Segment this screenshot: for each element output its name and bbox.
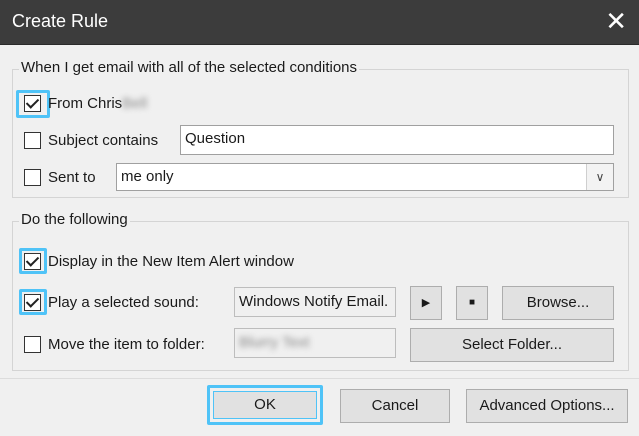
window-title: Create Rule xyxy=(12,11,109,31)
move-folder-field: Blurry Text xyxy=(234,328,396,358)
sentto-dropdown[interactable]: me only ∨ xyxy=(116,163,614,191)
stop-sound-button[interactable]: ■ xyxy=(456,286,488,320)
chevron-down-icon[interactable]: ∨ xyxy=(586,164,613,190)
conditions-group-label: When I get email with all of the selecte… xyxy=(19,59,360,76)
cancel-button[interactable]: Cancel xyxy=(340,389,450,423)
display-checkbox[interactable] xyxy=(24,253,41,270)
subject-label: Subject contains xyxy=(48,132,159,149)
ok-button[interactable]: OK xyxy=(213,391,317,419)
footer-divider xyxy=(0,378,639,379)
sentto-value: me only xyxy=(121,168,174,185)
move-label: Move the item to folder: xyxy=(48,336,205,353)
subject-checkbox[interactable] xyxy=(24,132,41,149)
sound-label: Play a selected sound: xyxy=(48,294,199,311)
close-icon[interactable]: ✕ xyxy=(605,6,627,36)
from-label-blurred: Bell xyxy=(122,95,148,112)
from-checkbox[interactable] xyxy=(24,95,41,112)
from-label-text: From Chris xyxy=(48,95,123,112)
advanced-options-button[interactable]: Advanced Options... xyxy=(466,389,628,423)
select-folder-button[interactable]: Select Folder... xyxy=(410,328,614,362)
browse-button[interactable]: Browse... xyxy=(502,286,614,320)
sentto-label: Sent to xyxy=(48,169,96,186)
sound-checkbox[interactable] xyxy=(24,294,41,311)
play-sound-button[interactable]: ▶ xyxy=(410,286,442,320)
move-checkbox[interactable] xyxy=(24,336,41,353)
actions-group-label: Do the following xyxy=(19,211,130,228)
subject-input[interactable]: Question xyxy=(180,125,614,155)
sentto-checkbox[interactable] xyxy=(24,169,41,186)
from-label: From ChrisBell xyxy=(48,95,147,112)
stop-icon: ■ xyxy=(468,297,476,308)
sound-file-field: Windows Notify Email. xyxy=(234,287,396,317)
move-folder-value: Blurry Text xyxy=(239,334,310,351)
title-bar: Create Rule ✕ xyxy=(0,0,639,45)
play-icon: ▶ xyxy=(421,297,431,309)
display-label: Display in the New Item Alert window xyxy=(48,253,294,270)
